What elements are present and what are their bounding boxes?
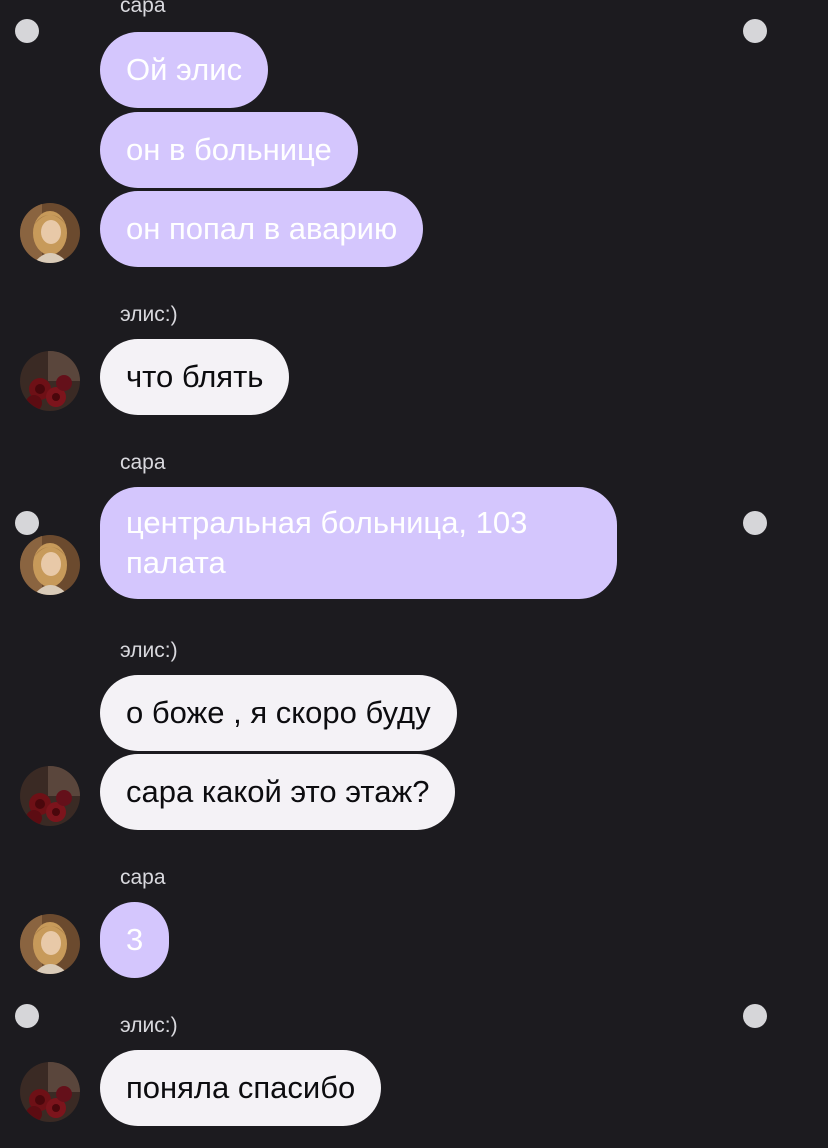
portrait-photo-icon (20, 535, 80, 595)
page-marker-dot (743, 1004, 767, 1028)
message-bubble-elis[interactable]: сара какой это этаж? (100, 754, 456, 830)
avatar-sara[interactable] (20, 914, 80, 974)
sender-name-elis: элис:) (120, 303, 178, 326)
roses-photo-icon (20, 1062, 80, 1122)
portrait-photo-icon (20, 203, 80, 263)
page-marker-dot (15, 19, 39, 43)
sender-name-elis: элис:) (120, 1014, 178, 1037)
message-bubble-elis[interactable]: о боже , я скоро буду (100, 675, 457, 751)
page-marker-dot (743, 511, 767, 535)
message-bubble-sara[interactable]: 3 (100, 902, 170, 978)
portrait-photo-icon (20, 914, 80, 974)
page-marker-dot (743, 19, 767, 43)
avatar-elis[interactable] (20, 351, 80, 411)
avatar-sara[interactable] (20, 203, 80, 263)
sender-name-sara: сара (120, 866, 166, 889)
sender-name-sara: сара (120, 451, 166, 474)
page-marker-dot (15, 511, 39, 535)
message-bubble-sara[interactable]: он попал в аварию (100, 191, 424, 267)
message-bubble-sara[interactable]: Ой элис (100, 32, 269, 108)
message-bubble-elis[interactable]: что блять (100, 339, 290, 415)
sender-name-elis: элис:) (120, 639, 178, 662)
roses-photo-icon (20, 766, 80, 826)
page-marker-dot (15, 1004, 39, 1028)
avatar-elis[interactable] (20, 766, 80, 826)
avatar-elis[interactable] (20, 1062, 80, 1122)
message-bubble-sara[interactable]: он в больнице (100, 112, 358, 188)
sender-name-sara: сара (120, 0, 166, 17)
message-bubble-sara[interactable]: центральная больница, 103 палата (100, 487, 617, 599)
avatar-sara[interactable] (20, 535, 80, 595)
message-bubble-elis[interactable]: поняла спасибо (100, 1050, 382, 1126)
roses-photo-icon (20, 351, 80, 411)
